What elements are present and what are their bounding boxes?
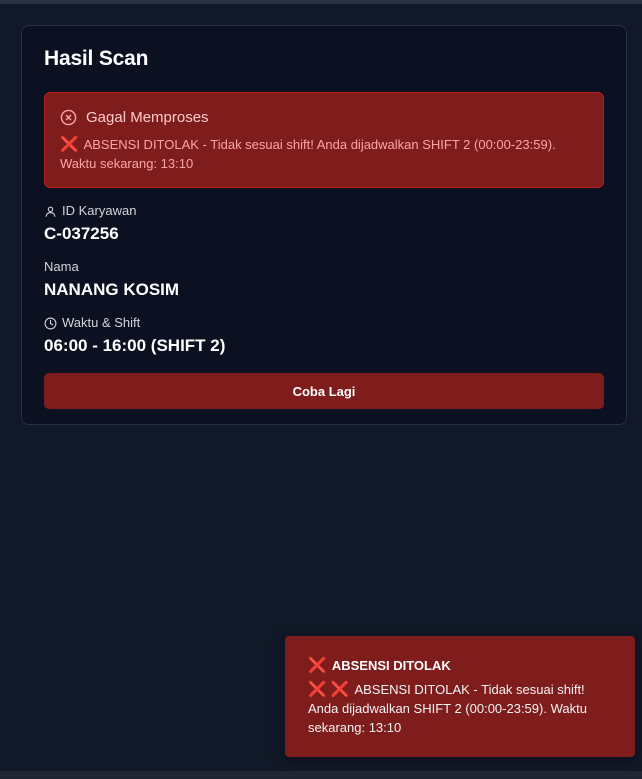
time-shift-value: 06:00 - 16:00 (SHIFT 2) bbox=[44, 336, 226, 355]
employee-id-value: C-037256 bbox=[44, 224, 119, 243]
alert-message-text: ABSENSI DITOLAK - Tidak sesuai shift! An… bbox=[60, 137, 556, 171]
card-title: Hasil Scan bbox=[44, 47, 149, 70]
name-field: Nama NANANG KOSIM bbox=[44, 259, 604, 300]
employee-id-label-text: ID Karyawan bbox=[62, 203, 137, 218]
scan-result-card: Hasil Scan Gagal Memproses ❌ ABSENSI DIT… bbox=[21, 25, 627, 425]
error-toast[interactable]: ❌ ABSENSI DITOLAK ❌ ❌ ABSENSI DITOLAK - … bbox=[285, 636, 635, 757]
alert-header: Gagal Memproses bbox=[60, 109, 588, 126]
name-value: NANANG KOSIM bbox=[44, 280, 180, 299]
time-shift-label: Waktu & Shift bbox=[44, 315, 604, 331]
cross-mark-icons: ❌ ❌ bbox=[308, 681, 350, 698]
name-label: Nama bbox=[44, 259, 604, 275]
toast-title-text: ABSENSI DITOLAK bbox=[331, 658, 451, 673]
retry-button[interactable]: Coba Lagi bbox=[44, 373, 604, 409]
cross-mark-icon: ❌ bbox=[60, 136, 79, 153]
toast-message: ❌ ❌ ABSENSI DITOLAK - Tidak sesuai shift… bbox=[308, 680, 613, 737]
top-border bbox=[0, 0, 642, 4]
user-icon bbox=[44, 205, 57, 218]
name-label-text: Nama bbox=[44, 259, 79, 274]
error-alert: Gagal Memproses ❌ ABSENSI DITOLAK - Tida… bbox=[44, 92, 604, 188]
x-circle-icon bbox=[60, 109, 77, 126]
time-shift-field: Waktu & Shift 06:00 - 16:00 (SHIFT 2) bbox=[44, 315, 604, 356]
cross-mark-icon: ❌ bbox=[308, 657, 327, 674]
bottom-strip bbox=[0, 771, 642, 779]
time-shift-label-text: Waktu & Shift bbox=[62, 315, 141, 330]
alert-title: Gagal Memproses bbox=[86, 109, 209, 126]
employee-id-label: ID Karyawan bbox=[44, 203, 604, 219]
clock-icon bbox=[44, 317, 57, 330]
employee-id-field: ID Karyawan C-037256 bbox=[44, 203, 604, 244]
alert-message: ❌ ABSENSI DITOLAK - Tidak sesuai shift! … bbox=[60, 135, 588, 173]
toast-title: ❌ ABSENSI DITOLAK bbox=[308, 657, 613, 675]
